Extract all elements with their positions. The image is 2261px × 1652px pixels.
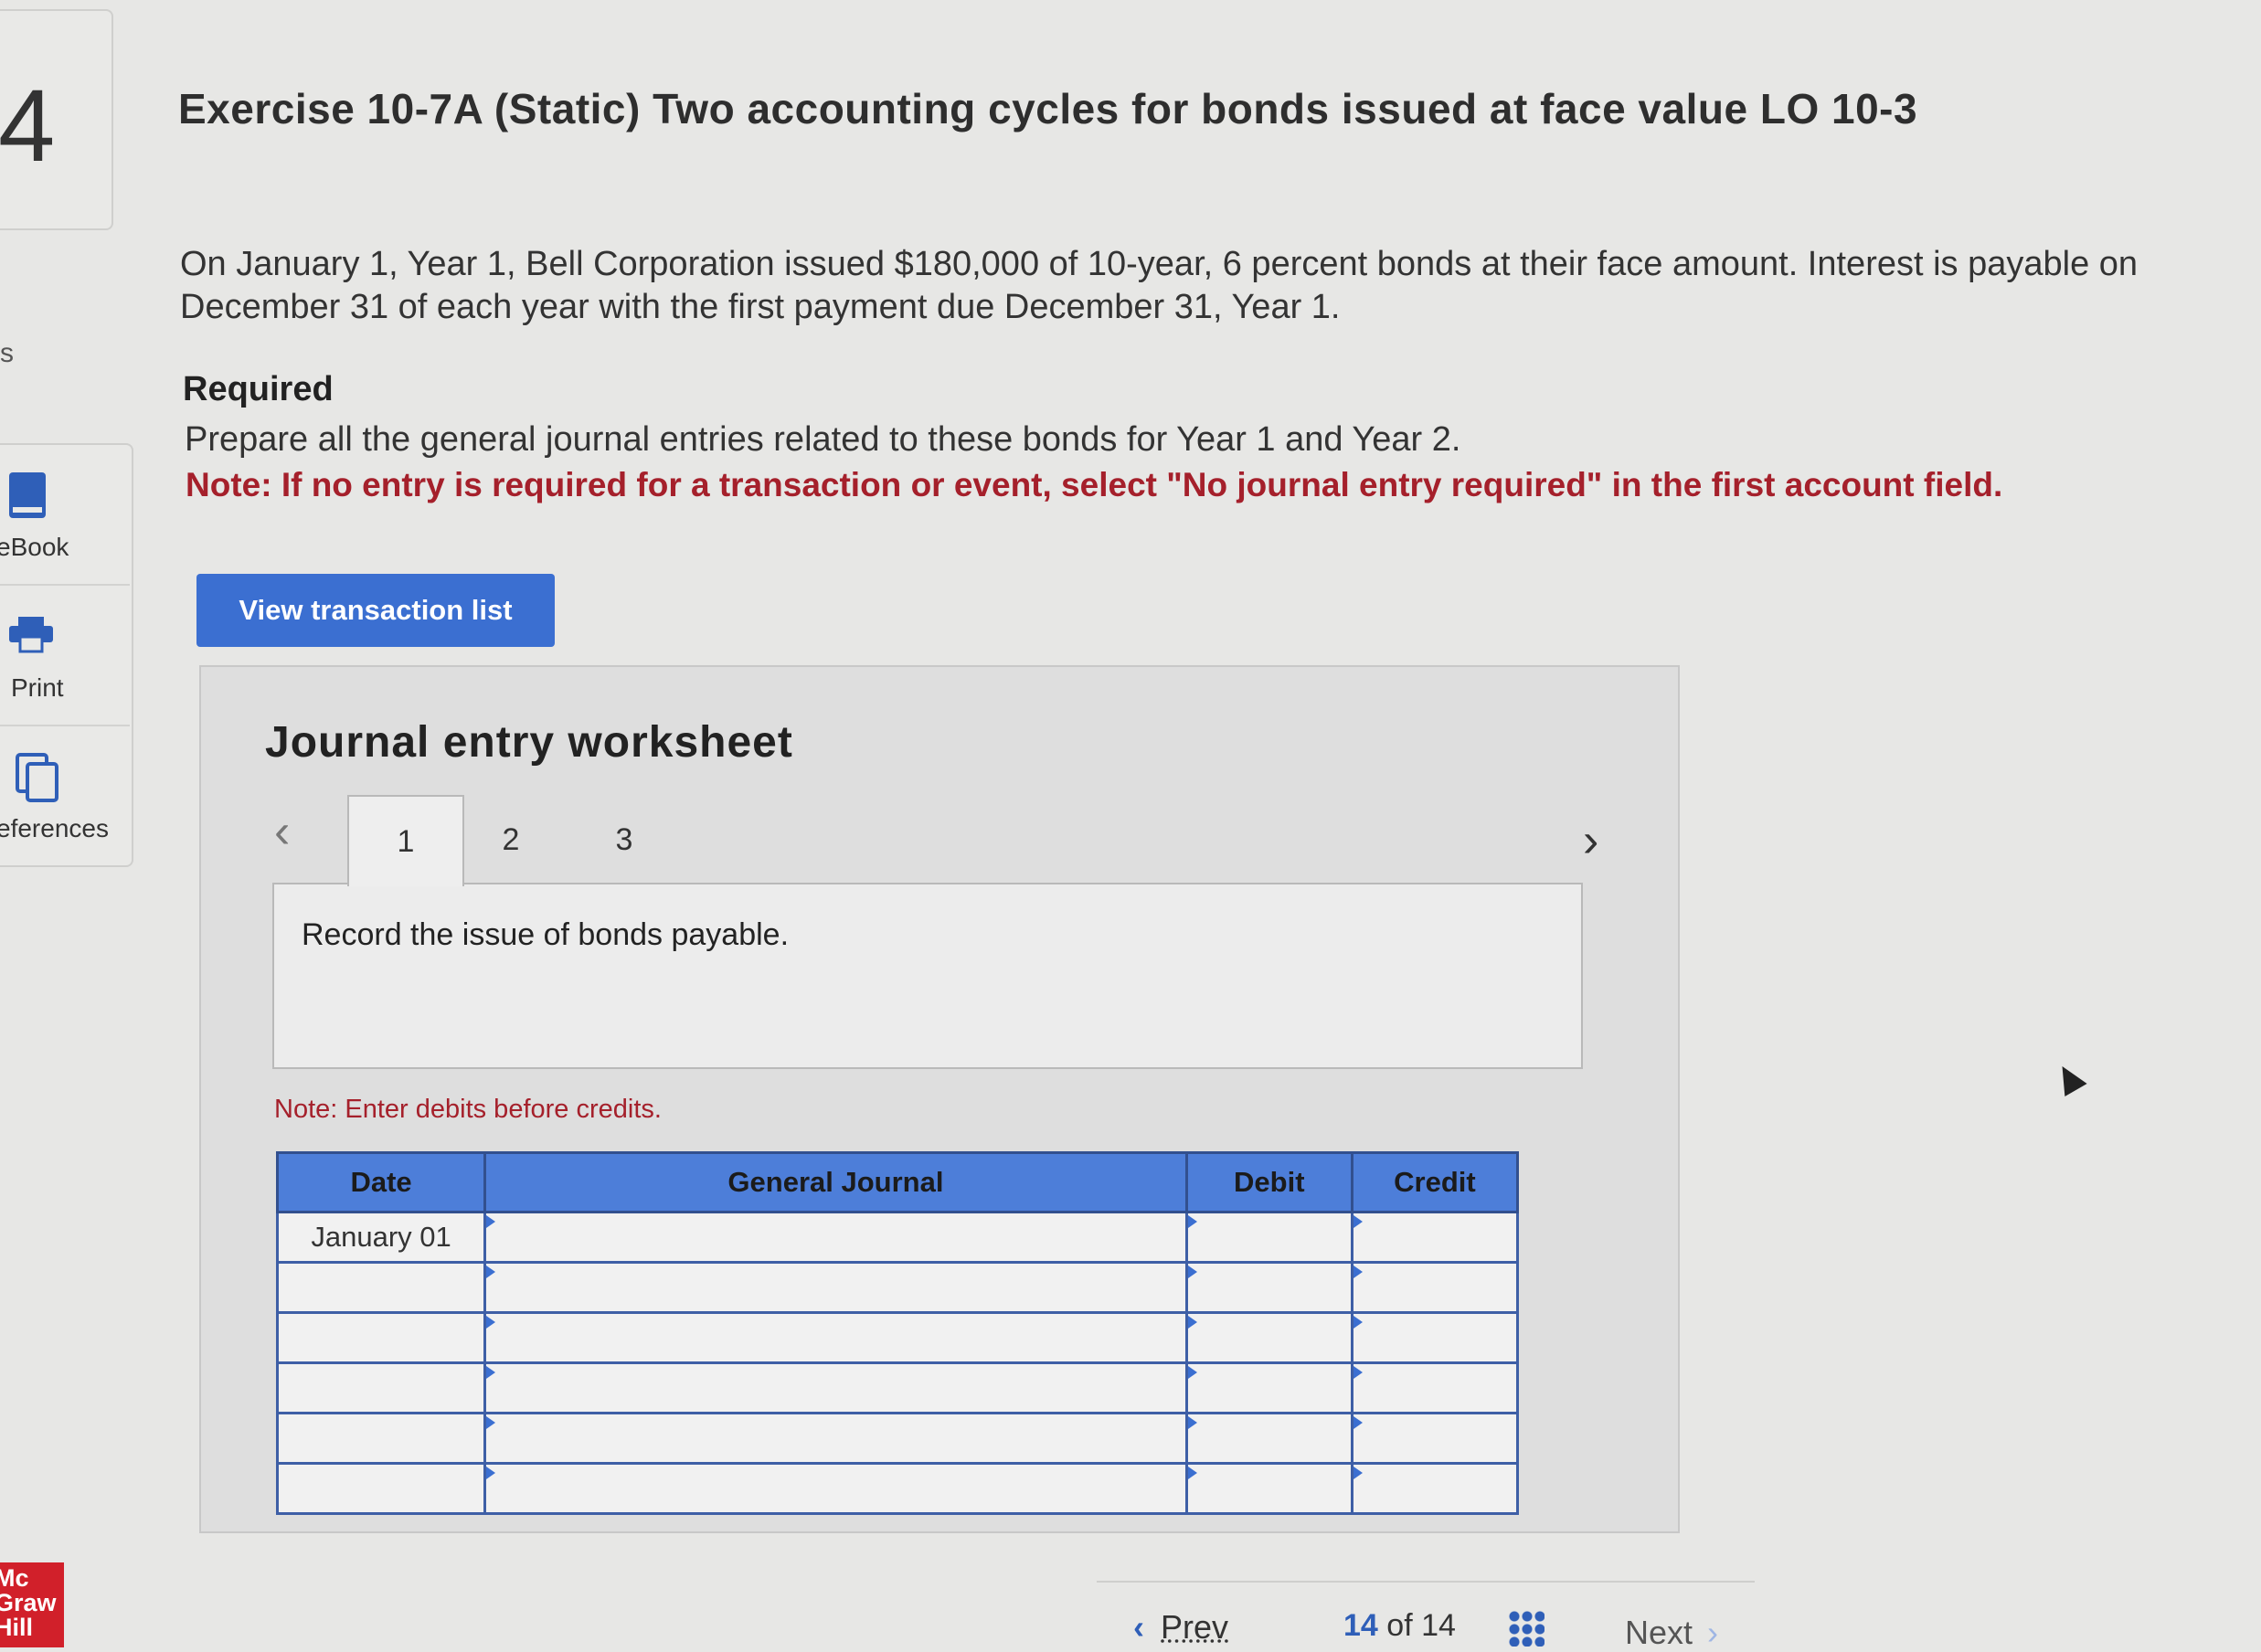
debit-input[interactable] (1188, 1264, 1353, 1311)
account-input[interactable] (487, 1314, 1188, 1361)
credit-input[interactable] (1353, 1213, 1519, 1261)
credit-field[interactable] (1350, 1211, 1520, 1264)
required-heading: Required (183, 370, 334, 408)
account-input[interactable] (487, 1414, 1188, 1462)
debit-field[interactable] (1184, 1361, 1353, 1414)
current-page: 14 (1343, 1608, 1378, 1643)
sidebar-item-ebook[interactable]: eBook (0, 445, 130, 586)
debit-input[interactable] (1188, 1213, 1353, 1261)
references-icon (16, 753, 58, 802)
credit-input[interactable] (1353, 1314, 1519, 1361)
credit-input[interactable] (1353, 1264, 1519, 1311)
sidebar-tools: eBook Print eferences (0, 443, 133, 867)
required-note: Note: If no entry is required for a tran… (186, 466, 2003, 503)
table-row (275, 1462, 1520, 1515)
account-field[interactable] (483, 1211, 1188, 1264)
chevron-right-icon: › (1707, 1614, 1719, 1651)
debit-input[interactable] (1188, 1364, 1353, 1412)
next-label: Next (1625, 1614, 1693, 1651)
sidebar-partial-label: s (0, 338, 14, 368)
table-row (275, 1311, 1520, 1364)
journal-table: Date General Journal Debit Credit Januar… (275, 1151, 1520, 1515)
account-input[interactable] (487, 1364, 1188, 1412)
page-indicator: 14 of 14 (1343, 1608, 1456, 1644)
ebook-icon (9, 472, 46, 518)
debit-field[interactable] (1184, 1412, 1353, 1465)
grid-icon[interactable] (1508, 1610, 1544, 1647)
worksheet-title: Journal entry worksheet (265, 718, 793, 767)
sidebar-item-print[interactable]: Print (0, 586, 130, 726)
credit-field[interactable] (1350, 1462, 1520, 1515)
date-cell[interactable] (275, 1412, 487, 1465)
date-cell[interactable] (275, 1261, 487, 1314)
mcgraw-hill-logo: Mc Graw Hill (0, 1562, 64, 1647)
column-header-date: Date (275, 1151, 487, 1213)
table-row (275, 1361, 1520, 1414)
sidebar-item-references[interactable]: eferences (0, 726, 130, 865)
transaction-description: Record the issue of bonds payable. (302, 917, 790, 952)
credit-field[interactable] (1350, 1361, 1520, 1414)
column-header-general-journal: General Journal (483, 1151, 1188, 1213)
prev-button[interactable]: ‹ Prev (1133, 1608, 1228, 1647)
chevron-right-icon[interactable]: › (1583, 813, 1598, 868)
chevron-left-icon[interactable]: ‹ (274, 804, 290, 859)
next-button[interactable]: Next › (1625, 1614, 1718, 1652)
tab-3[interactable]: 3 (592, 795, 656, 884)
transaction-description-box: Record the issue of bonds payable. (272, 883, 1583, 1069)
date-cell[interactable] (275, 1311, 487, 1364)
journal-entry-worksheet: Journal entry worksheet ‹ 1 2 3 › Record… (199, 665, 1680, 1533)
table-row (275, 1261, 1520, 1314)
question-number-box: 4 (0, 9, 113, 230)
credit-input[interactable] (1353, 1364, 1519, 1412)
credit-input[interactable] (1353, 1465, 1519, 1512)
credit-input[interactable] (1353, 1414, 1519, 1462)
question-number: 4 (0, 69, 56, 183)
account-field[interactable] (483, 1412, 1188, 1465)
tab-1[interactable]: 1 (347, 795, 464, 886)
date-cell[interactable] (275, 1462, 487, 1515)
print-icon (9, 617, 53, 653)
prev-label: Prev (1161, 1608, 1229, 1646)
account-field[interactable] (483, 1462, 1188, 1515)
account-field[interactable] (483, 1261, 1188, 1314)
debit-field[interactable] (1184, 1261, 1353, 1314)
required-text: Prepare all the general journal entries … (185, 420, 1461, 459)
account-input[interactable] (487, 1264, 1188, 1311)
table-header-row: Date General Journal Debit Credit (275, 1151, 1520, 1213)
sidebar-item-label: eferences (0, 814, 109, 842)
debit-input[interactable] (1188, 1314, 1353, 1361)
table-row: January 01 (275, 1211, 1520, 1264)
credit-field[interactable] (1350, 1412, 1520, 1465)
pagination-bar: ‹ Prev 14 of 14 Next › (1097, 1581, 1755, 1652)
tab-2[interactable]: 2 (479, 795, 543, 884)
mouse-cursor-icon (2051, 1060, 2087, 1096)
sidebar-item-label: eBook (0, 533, 69, 561)
debits-note: Note: Enter debits before credits. (274, 1095, 662, 1124)
debit-field[interactable] (1184, 1311, 1353, 1364)
chevron-left-icon: ‹ (1133, 1608, 1144, 1646)
exercise-title: Exercise 10-7A (Static) Two accounting c… (178, 85, 1918, 132)
table-row (275, 1412, 1520, 1465)
column-header-credit: Credit (1350, 1151, 1520, 1213)
column-header-debit: Debit (1184, 1151, 1353, 1213)
debit-field[interactable] (1184, 1462, 1353, 1515)
account-field[interactable] (483, 1311, 1188, 1364)
exercise-intro: On January 1, Year 1, Bell Corporation i… (180, 245, 2139, 326)
credit-field[interactable] (1350, 1311, 1520, 1364)
debit-field[interactable] (1184, 1211, 1353, 1264)
credit-field[interactable] (1350, 1261, 1520, 1314)
debit-input[interactable] (1188, 1414, 1353, 1462)
account-input[interactable] (487, 1465, 1188, 1512)
account-field[interactable] (483, 1361, 1188, 1414)
total-pages: 14 (1421, 1608, 1456, 1643)
date-cell[interactable] (275, 1361, 487, 1414)
debit-input[interactable] (1188, 1465, 1353, 1512)
sidebar-item-label: Print (11, 673, 64, 702)
date-cell[interactable]: January 01 (275, 1211, 487, 1264)
view-transaction-list-button[interactable]: View transaction list (196, 574, 555, 647)
page-of-label: of (1386, 1608, 1413, 1643)
account-input[interactable] (487, 1213, 1188, 1261)
